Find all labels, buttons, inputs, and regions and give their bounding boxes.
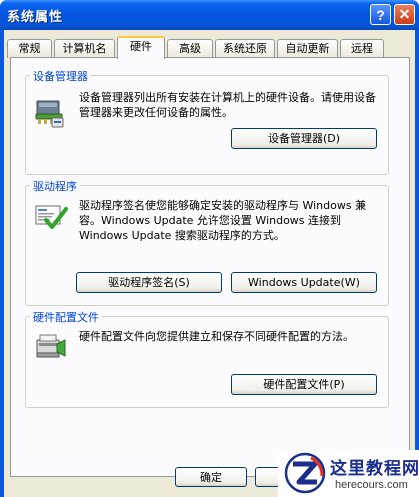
tab-automatic-updates[interactable]: 自动更新 xyxy=(277,39,338,58)
help-button[interactable]: ? xyxy=(370,4,391,25)
hardware-profiles-group-title: 硬件配置文件 xyxy=(30,309,102,325)
driver-signing-button[interactable]: 驱动程序签名(S) xyxy=(76,272,222,293)
tab-remote[interactable]: 远程 xyxy=(340,39,384,58)
dialog-client: 常规 计算机名 硬件 高级 系统还原 自动更新 远程 设备管理器 设备管理器列出… xyxy=(4,30,415,497)
hardware-profiles-group: 硬件配置文件 硬件配置文件向您提供建立和保存不同硬件配置的方法。 硬件配置文件(… xyxy=(25,309,389,408)
tab-advanced[interactable]: 高级 xyxy=(167,39,213,58)
tab-strip: 常规 计算机名 硬件 高级 系统还原 自动更新 远程 xyxy=(7,36,411,59)
tab-hardware[interactable]: 硬件 xyxy=(117,36,165,59)
drivers-description: 驱动程序签名使您能够确定安装的驱动程序与 Windows 兼容。Windows … xyxy=(79,199,367,242)
hardware-profiles-button[interactable]: 硬件配置文件(P) xyxy=(231,374,377,395)
title-bar[interactable]: 系统属性 ? ✕ xyxy=(0,0,419,30)
device-manager-group-title: 设备管理器 xyxy=(30,68,91,84)
device-manager-icon xyxy=(35,100,64,128)
help-icon: ? xyxy=(376,6,385,23)
watermark-url: herecours.com xyxy=(335,479,408,491)
device-manager-description: 设备管理器列出所有安装在计算机上的硬件设备。请使用设备管理器来更改任何设备的属性… xyxy=(79,91,376,119)
window-title: 系统属性 xyxy=(7,10,64,25)
hardware-tab-panel: 设备管理器 设备管理器列出所有安装在计算机上的硬件设备。请使用设备管理器来更改任… xyxy=(10,57,410,477)
windows-update-button[interactable]: Windows Update(W) xyxy=(231,272,377,293)
tab-general[interactable]: 常规 xyxy=(7,39,52,58)
ok-button[interactable]: 确定 xyxy=(175,467,247,487)
hardware-profiles-description: 硬件配置文件向您提供建立和保存不同硬件配置的方法。 xyxy=(79,330,354,343)
device-manager-button[interactable]: 设备管理器(D) xyxy=(231,128,377,149)
close-icon: ✕ xyxy=(398,6,411,22)
close-button[interactable]: ✕ xyxy=(394,4,415,25)
device-manager-group: 设备管理器 设备管理器列出所有安装在计算机上的硬件设备。请使用设备管理器来更改任… xyxy=(25,68,389,175)
hardware-profile-icon xyxy=(36,334,66,358)
watermark-title: 这里教程网 xyxy=(330,459,419,479)
drivers-group: 驱动程序 驱动程序签名使您能够确定安装的驱动程序与 Windows 兼容。Win… xyxy=(25,178,389,306)
drivers-group-title: 驱动程序 xyxy=(30,178,80,194)
tab-computer-name[interactable]: 计算机名 xyxy=(54,39,115,58)
system-properties-window: 系统属性 ? ✕ 常规 计算机名 硬件 高级 系统还原 自动更新 远程 设备管理… xyxy=(0,0,419,497)
driver-signing-icon xyxy=(35,205,68,229)
site-watermark: 这里教程网 herecours.com xyxy=(278,450,419,497)
site-logo-icon xyxy=(284,452,326,494)
tab-system-restore[interactable]: 系统还原 xyxy=(215,39,275,58)
